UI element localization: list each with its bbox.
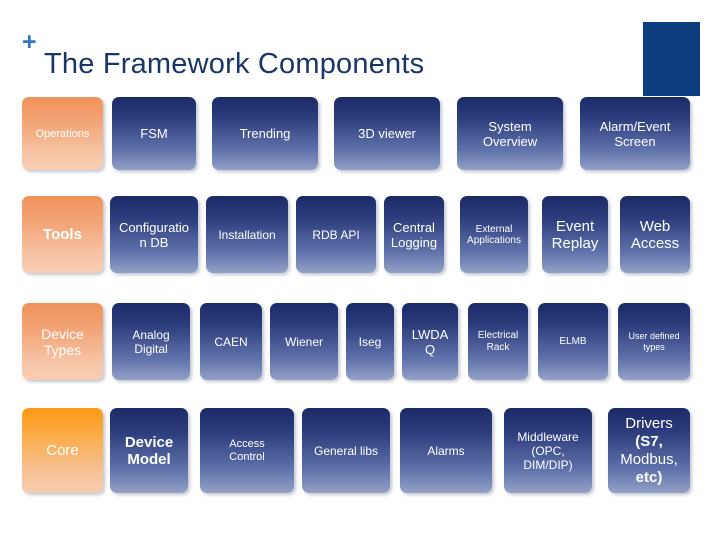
- component-box-external-applications[interactable]: External Applications: [460, 196, 528, 273]
- component-box-general-libs[interactable]: General libs: [302, 408, 390, 493]
- bullet-plus-icon: +: [22, 28, 37, 56]
- component-box-user-defined-types[interactable]: User defined types: [618, 303, 690, 380]
- component-box-system-overview[interactable]: System Overview: [457, 97, 563, 170]
- component-box-alarms[interactable]: Alarms: [400, 408, 492, 493]
- component-label: General libs: [313, 443, 379, 458]
- category-box-core[interactable]: Core: [22, 408, 103, 493]
- component-label: Middleware (OPC, DIM/DIP): [517, 429, 579, 472]
- component-label: External Applications: [467, 223, 521, 246]
- component-label: Access Control: [229, 437, 265, 463]
- category-box-tools[interactable]: Tools: [22, 196, 103, 273]
- slide-canvas: + The Framework Components Operations FS…: [0, 0, 720, 540]
- component-box-installation[interactable]: Installation: [206, 196, 288, 273]
- component-box-configuration-db[interactable]: Configuration DB: [110, 196, 198, 273]
- component-box-analog-digital[interactable]: Analog Digital: [112, 303, 190, 380]
- drivers-line-4: etc): [635, 468, 663, 486]
- component-label: Alarm/Event Screen: [599, 118, 671, 149]
- category-box-operations[interactable]: Operations: [22, 97, 103, 170]
- component-box-3d-viewer[interactable]: 3D viewer: [334, 97, 440, 170]
- category-label: Tools: [43, 226, 82, 243]
- component-label: RDB API: [312, 227, 360, 242]
- component-box-fsm[interactable]: FSM: [112, 97, 196, 170]
- component-label: Web Access: [630, 217, 680, 252]
- component-label: FSM: [140, 126, 168, 141]
- component-box-access-control[interactable]: Access Control: [200, 408, 294, 493]
- component-box-device-model[interactable]: Device Model: [110, 408, 188, 493]
- component-label: Configuration DB: [118, 219, 190, 250]
- category-label: Operations: [35, 127, 90, 140]
- component-label: System Overview: [482, 118, 538, 149]
- component-label: Event Replay: [551, 217, 599, 252]
- category-label: Device Types: [41, 325, 84, 358]
- component-box-alarm-event-screen[interactable]: Alarm/Event Screen: [580, 97, 690, 170]
- component-label: User defined types: [628, 330, 680, 352]
- drivers-line-1: Drivers: [625, 414, 673, 432]
- component-box-trending[interactable]: Trending: [212, 97, 318, 170]
- component-label: Installation: [218, 227, 276, 242]
- page-title: The Framework Components: [44, 48, 425, 80]
- component-label: Alarms: [427, 443, 465, 458]
- category-box-device-types[interactable]: Device Types: [22, 303, 103, 380]
- component-label: Electrical Rack: [477, 329, 519, 353]
- component-label: Central Logging: [390, 219, 438, 250]
- decorative-corner-block: [643, 22, 700, 96]
- component-box-elmb[interactable]: ELMB: [538, 303, 608, 380]
- component-box-event-replay[interactable]: Event Replay: [542, 196, 608, 273]
- component-label: Wiener: [284, 334, 323, 349]
- drivers-line-2: (S7,: [635, 432, 663, 450]
- component-box-web-access[interactable]: Web Access: [620, 196, 690, 273]
- component-box-lwda-q[interactable]: LWDA Q: [402, 303, 458, 380]
- component-label: Iseg: [358, 334, 382, 349]
- component-box-rdb-api[interactable]: RDB API: [296, 196, 376, 273]
- drivers-line-3: Modbus,: [620, 450, 678, 468]
- component-label: 3D viewer: [358, 126, 416, 141]
- component-box-wiener[interactable]: Wiener: [270, 303, 338, 380]
- category-label: Core: [46, 442, 79, 459]
- component-label: Device Model: [124, 433, 174, 468]
- component-box-electrical-rack[interactable]: Electrical Rack: [468, 303, 528, 380]
- component-label: Drivers (S7, Modbus, etc): [608, 415, 690, 487]
- component-label: Analog Digital: [132, 327, 170, 356]
- component-label: CAEN: [214, 334, 248, 349]
- component-label: ELMB: [559, 336, 587, 347]
- component-label: LWDA Q: [411, 326, 449, 357]
- component-box-caen[interactable]: CAEN: [200, 303, 262, 380]
- component-label: Trending: [239, 126, 291, 141]
- component-box-iseg[interactable]: Iseg: [346, 303, 394, 380]
- component-box-middleware[interactable]: Middleware (OPC, DIM/DIP): [504, 408, 592, 493]
- component-box-drivers[interactable]: Drivers (S7, Modbus, etc): [608, 408, 690, 493]
- component-box-central-logging[interactable]: Central Logging: [384, 196, 444, 273]
